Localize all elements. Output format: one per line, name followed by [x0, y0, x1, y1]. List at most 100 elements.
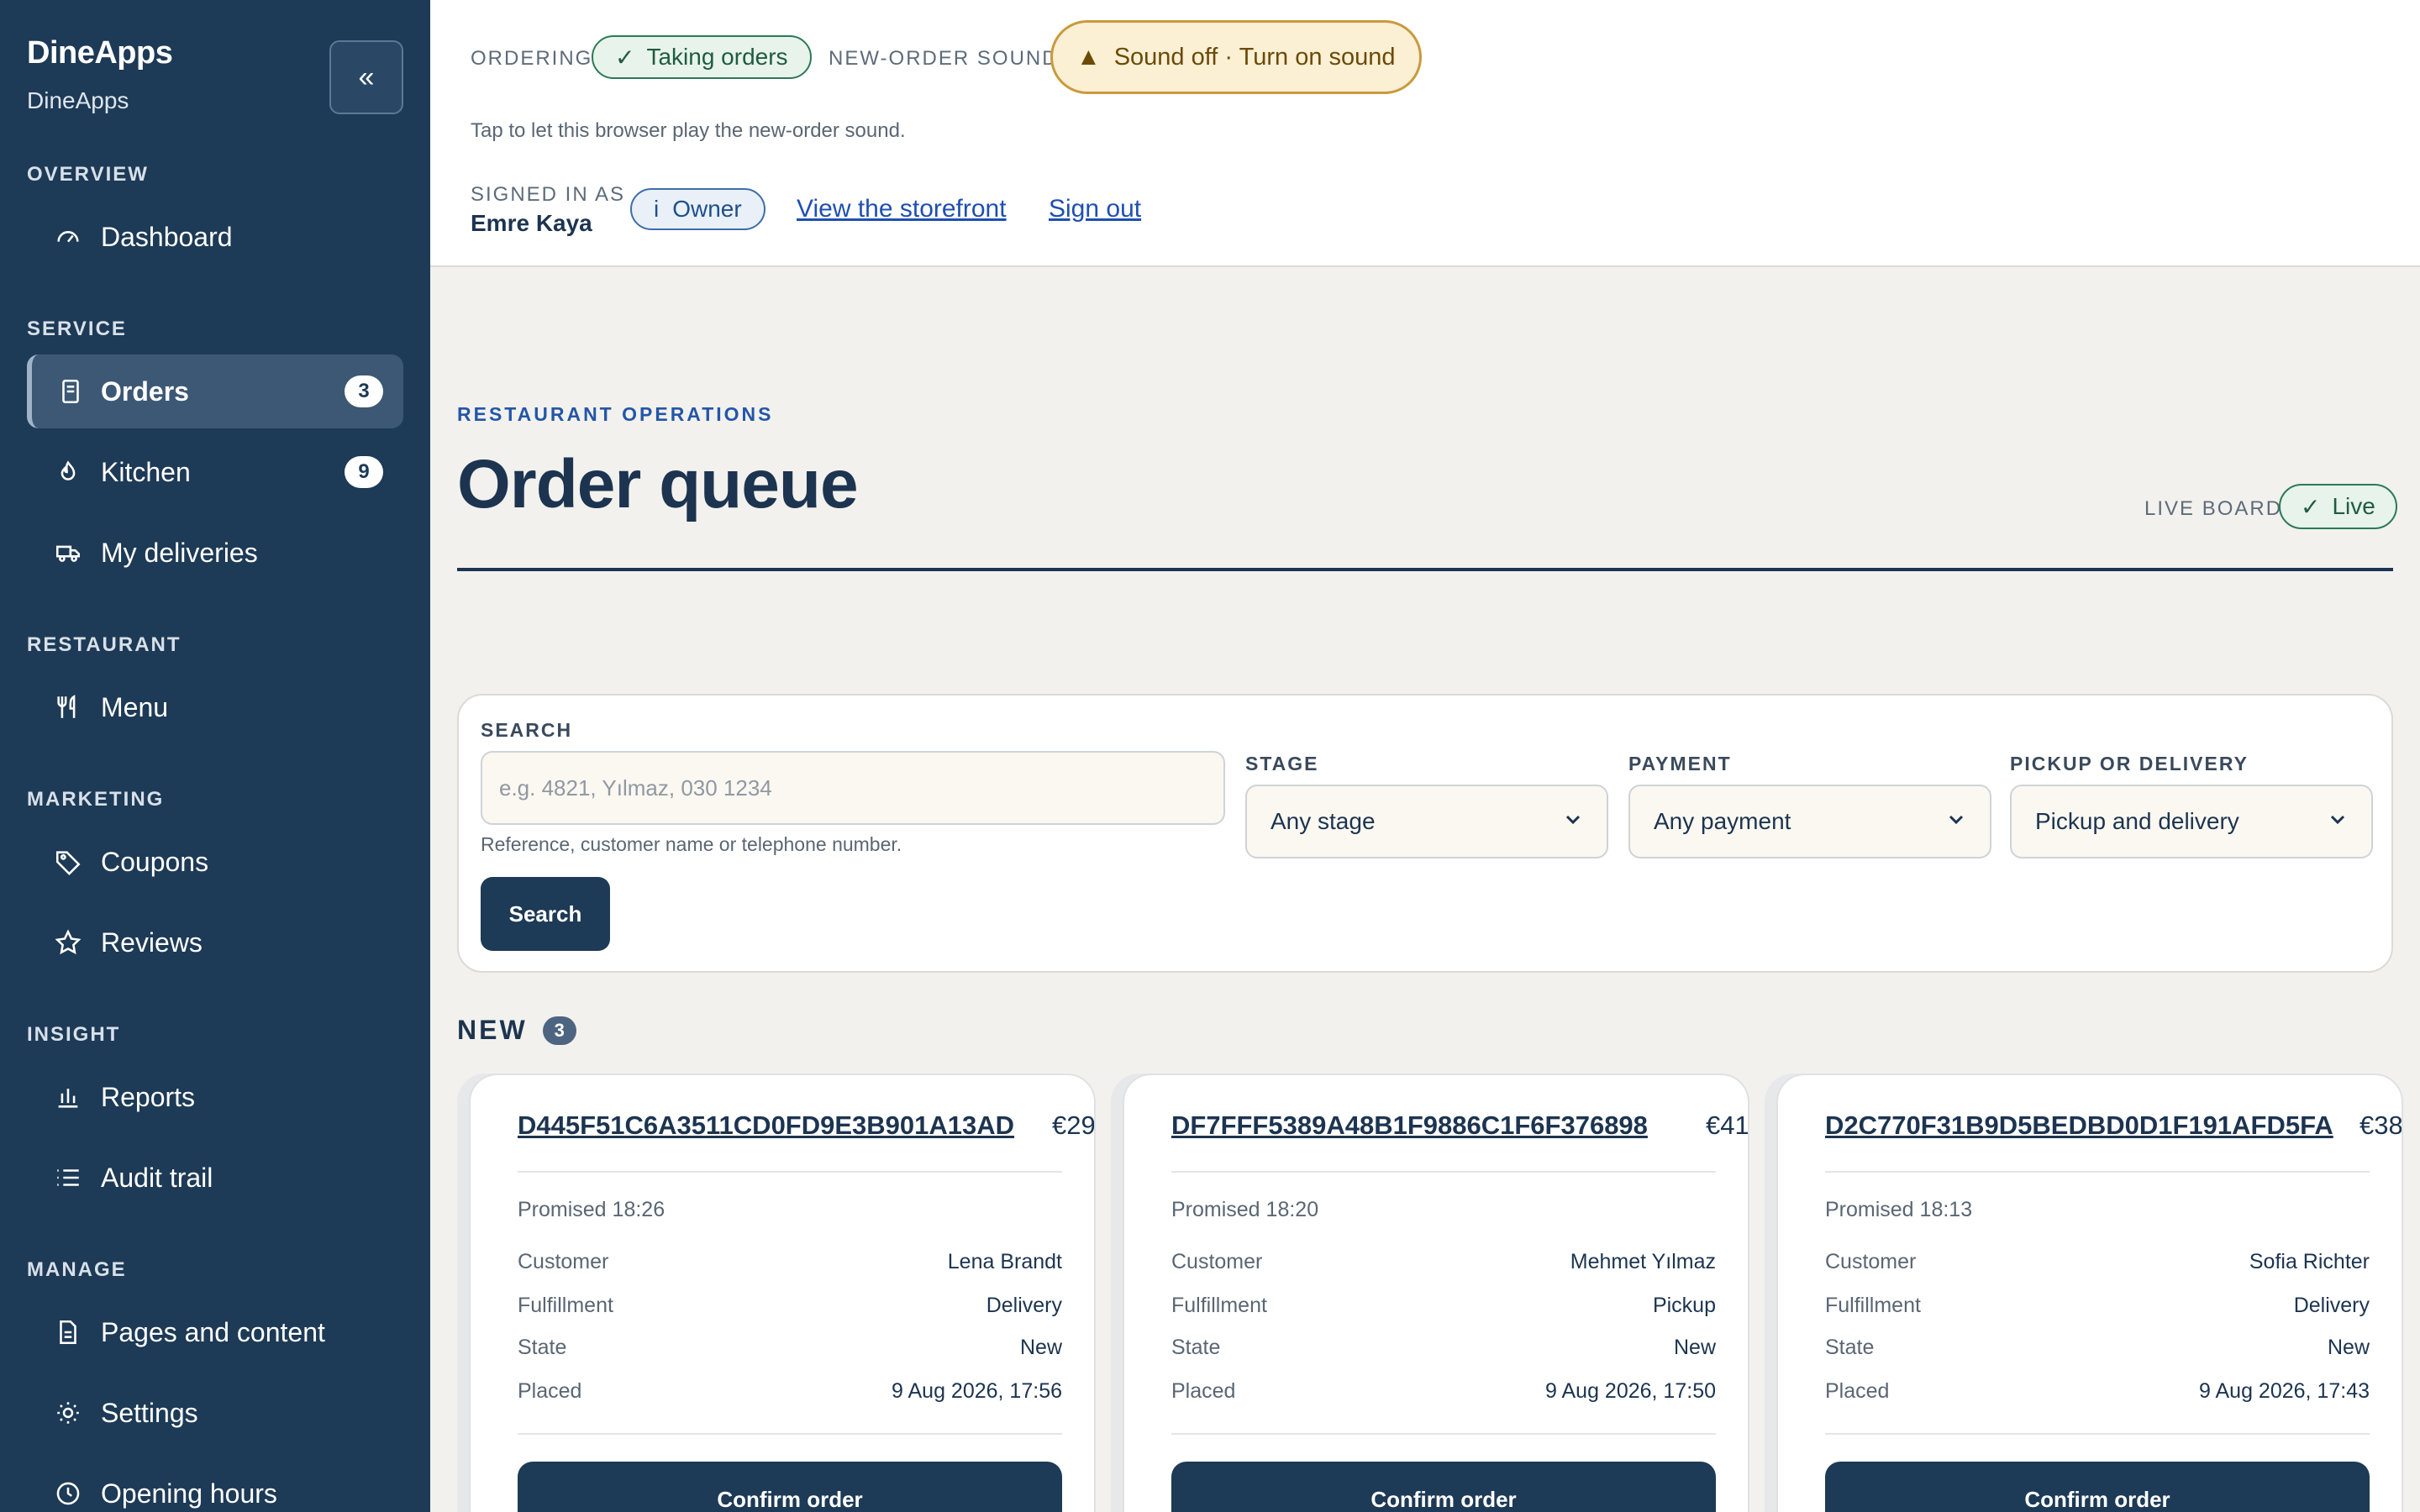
- list-icon: [27, 1163, 101, 1192]
- state-value: New: [1673, 1336, 1716, 1359]
- placed-label: Placed: [1825, 1379, 1890, 1403]
- fulfillment-select-value: Pickup and delivery: [2035, 808, 2239, 834]
- warning-icon: ▲: [1076, 43, 1101, 71]
- sidebar-item-label: Reviews: [101, 927, 203, 958]
- placed-value: 9 Aug 2026, 17:50: [1545, 1379, 1716, 1403]
- card-divider: [1171, 1171, 1716, 1173]
- fulfillment-value: Pickup: [1652, 1294, 1716, 1317]
- order-card: DF7FFF5389A48B1F9886C1F6F376898 €41.48 P…: [1123, 1074, 1749, 1512]
- promised-time: Promised 18:20: [1171, 1198, 1319, 1221]
- top-bar: ORDERING ✓ Taking orders NEW-ORDER SOUND…: [430, 0, 2420, 267]
- sound-hint: Tap to let this browser play the new-ord…: [471, 119, 906, 142]
- fulfillment-row: Fulfillment Delivery: [518, 1294, 1062, 1318]
- sidebar-item-my-deliveries[interactable]: My deliveries: [27, 516, 403, 590]
- placed-row: Placed 9 Aug 2026, 17:50: [1171, 1379, 1716, 1404]
- sidebar-item-kitchen[interactable]: Kitchen 9: [27, 435, 403, 509]
- sidebar-item-label: Menu: [101, 691, 169, 722]
- bar-chart-icon: [27, 1083, 101, 1111]
- ordering-status-text: Taking orders: [646, 44, 788, 70]
- live-status-text: Live: [2332, 493, 2375, 519]
- fulfillment-row: Fulfillment Pickup: [1171, 1294, 1716, 1318]
- search-help-text: Reference, customer name or telephone nu…: [481, 833, 902, 855]
- page-title: Order queue: [457, 446, 859, 522]
- order-card: D445F51C6A3511CD0FD9E3B901A13AD €29.78 P…: [469, 1074, 1096, 1512]
- sidebar-item-dashboard[interactable]: Dashboard: [27, 200, 403, 274]
- collapse-sidebar-button[interactable]: «: [329, 40, 403, 114]
- sidebar-item-label: Kitchen: [101, 456, 191, 487]
- sidebar-item-label: Orders: [101, 375, 189, 407]
- chevron-down-icon: [2328, 808, 2348, 835]
- new-order-sound-label: NEW-ORDER SOUND: [829, 47, 1059, 70]
- truck-icon: [27, 538, 101, 567]
- card-divider: [518, 1433, 1062, 1435]
- order-reference-link[interactable]: D445F51C6A3511CD0FD9E3B901A13AD: [518, 1110, 1014, 1141]
- chevron-down-icon: [1563, 808, 1583, 835]
- placed-value: 9 Aug 2026, 17:43: [2199, 1379, 2370, 1403]
- confirm-order-button[interactable]: Confirm order: [1825, 1462, 2370, 1512]
- order-reference-link[interactable]: DF7FFF5389A48B1F9886C1F6F376898: [1171, 1110, 1648, 1141]
- sound-status-text: Sound off · Turn on sound: [1113, 43, 1396, 71]
- restaurant-name: DineApps: [27, 87, 129, 113]
- sign-out-link[interactable]: Sign out: [1049, 195, 1141, 223]
- ordering-status-pill[interactable]: ✓ Taking orders: [592, 35, 812, 79]
- fulfillment-select[interactable]: Pickup and delivery: [2010, 785, 2373, 858]
- payment-select-value: Any payment: [1654, 808, 1791, 834]
- placed-label: Placed: [518, 1379, 582, 1403]
- stage-select[interactable]: Any stage: [1245, 785, 1608, 858]
- sidebar-item-reports[interactable]: Reports: [27, 1060, 403, 1134]
- customer-label: Customer: [518, 1250, 609, 1273]
- customer-value: Mehmet Yılmaz: [1570, 1250, 1716, 1273]
- fulfillment-value: Delivery: [986, 1294, 1062, 1317]
- payment-label: PAYMENT: [1628, 753, 1732, 774]
- sidebar-item-label: Reports: [101, 1081, 196, 1112]
- state-label: State: [518, 1336, 567, 1359]
- order-filters: SEARCH e.g. 4821, Yılmaz, 030 1234 Refer…: [457, 694, 2393, 973]
- utensils-icon: [27, 693, 101, 722]
- signed-in-label: SIGNED IN AS: [471, 183, 626, 206]
- sidebar-item-orders[interactable]: Orders 3: [27, 354, 403, 428]
- stage-select-value: Any stage: [1270, 808, 1376, 834]
- sidebar-item-coupons[interactable]: Coupons: [27, 825, 403, 899]
- order-reference-link[interactable]: D2C770F31B9D5BEDBD0D1F191AFD5FA: [1825, 1110, 2333, 1141]
- sidebar-item-menu[interactable]: Menu: [27, 670, 403, 744]
- sidebar-item-audit-trail[interactable]: Audit trail: [27, 1141, 403, 1215]
- state-value: New: [2327, 1336, 2370, 1359]
- turn-on-sound-button[interactable]: ▲ Sound off · Turn on sound: [1050, 20, 1422, 94]
- header-divider: [457, 568, 2393, 571]
- sidebar-item-opening-hours[interactable]: Opening hours: [27, 1457, 403, 1512]
- fulfillment-label: Fulfillment: [518, 1294, 613, 1317]
- live-board-label: LIVE BOARD: [2144, 497, 2283, 520]
- state-value: New: [1019, 1336, 1062, 1359]
- role-text: Owner: [672, 196, 742, 222]
- sidebar-item-reviews[interactable]: Reviews: [27, 906, 403, 979]
- nav-section-insight: INSIGHT: [27, 1023, 121, 1046]
- ordering-label: ORDERING: [471, 47, 593, 70]
- fulfillment-value: Delivery: [2293, 1294, 2370, 1317]
- confirm-order-button[interactable]: Confirm order: [1171, 1462, 1716, 1512]
- search-input[interactable]: e.g. 4821, Yılmaz, 030 1234: [481, 751, 1225, 825]
- document-icon: [27, 1318, 101, 1347]
- state-label: State: [1825, 1336, 1875, 1359]
- receipt-icon: [32, 377, 101, 406]
- customer-value: Sofia Richter: [2249, 1250, 2370, 1273]
- app-name: DineApps: [27, 35, 173, 71]
- view-storefront-link[interactable]: View the storefront: [797, 195, 1007, 223]
- search-label: SEARCH: [481, 719, 573, 741]
- fulfillment-label: PICKUP OR DELIVERY: [2010, 753, 2249, 774]
- state-row: State New: [1171, 1336, 1716, 1360]
- star-icon: [27, 928, 101, 957]
- nav-section-overview: OVERVIEW: [27, 163, 149, 186]
- check-icon: ✓: [2301, 493, 2321, 520]
- sidebar-item-settings[interactable]: Settings: [27, 1376, 403, 1450]
- placed-label: Placed: [1171, 1379, 1236, 1403]
- sidebar-item-label: Coupons: [101, 846, 209, 877]
- sidebar-item-pages-and-content[interactable]: Pages and content: [27, 1295, 403, 1369]
- order-total: €38.18: [2360, 1110, 2403, 1140]
- search-button[interactable]: Search: [481, 877, 610, 951]
- promised-time: Promised 18:13: [1825, 1198, 1973, 1221]
- nav-section-manage: MANAGE: [27, 1258, 127, 1281]
- payment-select[interactable]: Any payment: [1628, 785, 1991, 858]
- confirm-order-button[interactable]: Confirm order: [518, 1462, 1062, 1512]
- customer-value: Lena Brandt: [947, 1250, 1062, 1273]
- info-icon: i: [654, 196, 660, 222]
